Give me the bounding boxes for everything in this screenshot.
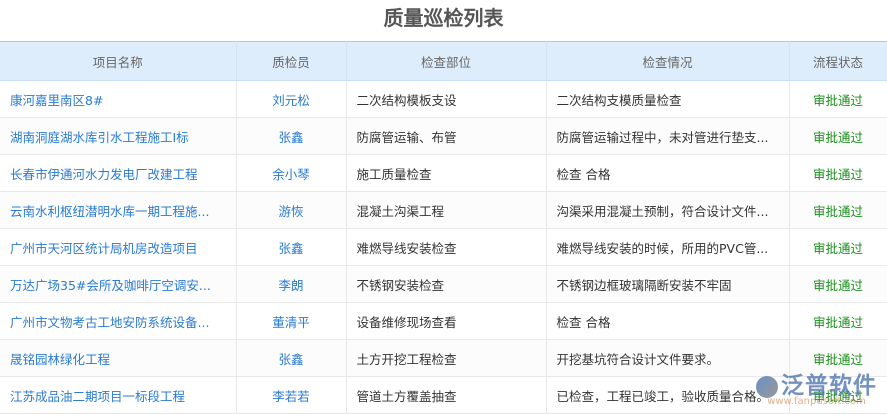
- table-row[interactable]: 广州市天河区统计局机房改造项目 张鑫 难燃导线安装检查 难燃导线安装的时候，所用的PV…: [0, 228, 887, 266]
- inspector-link[interactable]: 张鑫: [236, 117, 347, 155]
- flow-status: 审批通过: [789, 80, 887, 118]
- inspection-part: 防腐管运输、布管: [346, 117, 547, 155]
- column-header-situation[interactable]: 检查情况: [546, 41, 790, 81]
- inspection-part: 管道土方覆盖抽查: [346, 376, 547, 414]
- table-header: 项目名称 质检员 检查部位 检查情况 流程状态: [0, 41, 887, 81]
- project-name-link[interactable]: 万达广场35#会所及咖啡厅空调安...: [0, 265, 237, 303]
- inspection-part: 难燃导线安装检查: [346, 228, 547, 266]
- inspection-part: 施工质量检查: [346, 154, 547, 192]
- project-name-link[interactable]: 晟铭园林绿化工程: [0, 339, 237, 377]
- inspector-link[interactable]: 张鑫: [236, 228, 347, 266]
- column-header-inspector[interactable]: 质检员: [236, 41, 347, 81]
- inspector-link[interactable]: 余小琴: [236, 154, 347, 192]
- inspection-situation: 二次结构支模质量检查: [546, 80, 790, 118]
- inspection-part: 不锈钢安装检查: [346, 265, 547, 303]
- inspection-part: 混凝土沟渠工程: [346, 191, 547, 229]
- inspector-link[interactable]: 张鑫: [236, 339, 347, 377]
- table-row[interactable]: 云南水利枢纽潜明水库一期工程施... 游恢 混凝土沟渠工程 沟渠采用混凝土预制，符合设…: [0, 191, 887, 229]
- column-header-status[interactable]: 流程状态: [789, 41, 887, 81]
- flow-status: 审批通过: [789, 302, 887, 340]
- table-row[interactable]: 万达广场35#会所及咖啡厅空调安... 李朗 不锈钢安装检查 不锈钢边框玻璃隔断安装不…: [0, 265, 887, 303]
- inspection-part: 设备维修现场查看: [346, 302, 547, 340]
- column-header-part[interactable]: 检查部位: [346, 41, 547, 81]
- flow-status: 审批通过: [789, 339, 887, 377]
- inspector-link[interactable]: 游恢: [236, 191, 347, 229]
- flow-status: 审批通过: [789, 154, 887, 192]
- inspector-link[interactable]: 李若若: [236, 376, 347, 414]
- page-title: 质量巡检列表: [383, 6, 504, 30]
- flow-status: 审批通过: [789, 228, 887, 266]
- flow-status: 审批通过: [789, 191, 887, 229]
- inspector-link[interactable]: 李朗: [236, 265, 347, 303]
- table-row[interactable]: 晟铭园林绿化工程 张鑫 土方开挖工程检查 开挖基坑符合设计文件要求。 审批通过: [0, 339, 887, 377]
- project-name-link[interactable]: 云南水利枢纽潜明水库一期工程施...: [0, 191, 237, 229]
- table-row[interactable]: 江苏成品油二期项目一标段工程 李若若 管道土方覆盖抽查 已检查，工程已竣工，验收质量合…: [0, 376, 887, 414]
- project-name-link[interactable]: 康河嘉里南区8#: [0, 80, 237, 118]
- inspection-situation: 开挖基坑符合设计文件要求。: [546, 339, 790, 377]
- inspection-situation: 检查 合格: [546, 302, 790, 340]
- inspection-situation: 难燃导线安装的时候，所用的PVC管...: [546, 228, 790, 266]
- inspection-situation: 检查 合格: [546, 154, 790, 192]
- table-row[interactable]: 长春市伊通河水力发电厂改建工程 余小琴 施工质量检查 检查 合格 审批通过: [0, 154, 887, 192]
- table-row[interactable]: 康河嘉里南区8# 刘元松 二次结构模板支设 二次结构支模质量检查 审批通过: [0, 80, 887, 118]
- project-name-link[interactable]: 广州市文物考古工地安防系统设备...: [0, 302, 237, 340]
- flow-status: 审批通过: [789, 265, 887, 303]
- inspection-situation: 不锈钢边框玻璃隔断安装不牢固: [546, 265, 790, 303]
- table-row[interactable]: 湖南洞庭湖水库引水工程施工I标 张鑫 防腐管运输、布管 防腐管运输过程中，未对管进行垫…: [0, 117, 887, 155]
- inspector-link[interactable]: 董清平: [236, 302, 347, 340]
- project-name-link[interactable]: 江苏成品油二期项目一标段工程: [0, 376, 237, 414]
- flow-status: 审批通过: [789, 117, 887, 155]
- inspection-part: 土方开挖工程检查: [346, 339, 547, 377]
- inspector-link[interactable]: 刘元松: [236, 80, 347, 118]
- quality-inspection-table: 项目名称 质检员 检查部位 检查情况 流程状态 康河嘉里南区8# 刘元松 二次结构模…: [0, 41, 887, 414]
- project-name-link[interactable]: 长春市伊通河水力发电厂改建工程: [0, 154, 237, 192]
- inspection-situation: 已检查，工程已竣工，验收质量合格。: [546, 376, 790, 414]
- inspection-situation: 沟渠采用混凝土预制，符合设计文件...: [546, 191, 790, 229]
- inspection-part: 二次结构模板支设: [346, 80, 547, 118]
- column-header-project[interactable]: 项目名称: [0, 41, 237, 81]
- table-row[interactable]: 广州市文物考古工地安防系统设备... 董清平 设备维修现场查看 检查 合格 审批通过: [0, 302, 887, 340]
- inspection-situation: 防腐管运输过程中，未对管进行垫支...: [546, 117, 790, 155]
- flow-status: 审批通过: [789, 376, 887, 414]
- project-name-link[interactable]: 广州市天河区统计局机房改造项目: [0, 228, 237, 266]
- project-name-link[interactable]: 湖南洞庭湖水库引水工程施工I标: [0, 117, 237, 155]
